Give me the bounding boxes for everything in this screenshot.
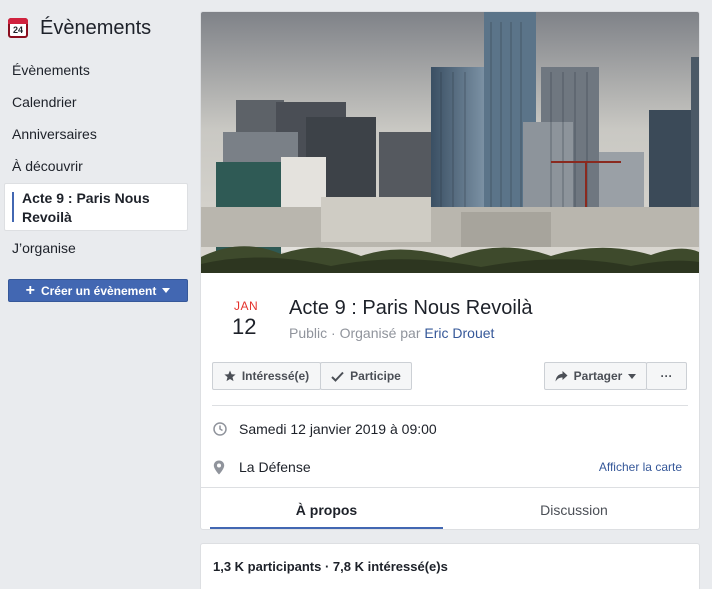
active-indicator: [12, 192, 14, 222]
event-datetime-row: Samedi 12 janvier 2019 à 09:00: [213, 421, 437, 437]
event-date-day: 12: [232, 314, 257, 339]
event-date-month: JAN: [234, 299, 259, 313]
divider: [212, 405, 688, 406]
divider: [201, 487, 699, 488]
event-cover-photo[interactable]: [201, 12, 699, 273]
sidebar-header[interactable]: 24 Évènements: [8, 14, 151, 42]
sidebar-item-calendar[interactable]: Calendrier: [12, 94, 77, 110]
sidebar-item-discover[interactable]: À découvrir: [12, 158, 83, 174]
participants-card: 1,3 K participants · 7,8 K intéressé(e)s: [200, 543, 700, 589]
more-options-button[interactable]: ···: [646, 362, 687, 390]
create-event-button[interactable]: + Créer un évènement: [8, 279, 188, 302]
event-location-row: La Défense: [213, 459, 311, 475]
sidebar-item-birthdays[interactable]: Anniversaires: [12, 126, 97, 142]
sidebar-item-hosting[interactable]: J’organise: [12, 240, 76, 256]
create-event-label: Créer un évènement: [40, 283, 157, 298]
event-location[interactable]: La Défense: [239, 459, 311, 475]
left-sidebar: 24 Évènements Évènements Calendrier Anni…: [0, 0, 196, 589]
event-title: Acte 9 : Paris Nous Revoilà: [289, 297, 533, 319]
tab-discussion[interactable]: Discussion: [449, 502, 699, 518]
going-button[interactable]: Participe: [320, 362, 412, 390]
check-icon: [331, 371, 344, 382]
show-map-link[interactable]: Afficher la carte: [599, 460, 682, 474]
active-tab-underline: [210, 527, 443, 529]
share-button[interactable]: Partager: [544, 362, 647, 390]
sidebar-item-events[interactable]: Évènements: [12, 62, 90, 78]
sidebar-item-current-event[interactable]: Acte 9 : Paris Nous Revoilà: [4, 183, 188, 231]
star-icon: [224, 370, 236, 382]
tab-about[interactable]: À propos: [210, 502, 443, 518]
chevron-down-icon: [162, 288, 171, 293]
event-datetime: Samedi 12 janvier 2019 à 09:00: [239, 421, 437, 437]
event-privacy: Public · Organisé par: [289, 325, 425, 341]
more-icon: ···: [660, 369, 673, 383]
going-label: Participe: [350, 369, 401, 383]
chevron-down-icon: [628, 373, 637, 379]
organizer-link[interactable]: Eric Drouet: [424, 325, 494, 341]
event-subtitle: Public · Organisé par Eric Drouet: [289, 325, 494, 341]
participants-stats[interactable]: 1,3 K participants · 7,8 K intéressé(e)s: [213, 559, 448, 574]
interested-label: Intéressé(e): [241, 369, 310, 383]
interested-button[interactable]: Intéressé(e): [212, 362, 321, 390]
sidebar-title: Évènements: [40, 16, 152, 39]
calendar-icon-day: 24: [12, 25, 23, 35]
share-label: Partager: [573, 369, 623, 383]
calendar-icon: 24: [8, 18, 28, 38]
share-arrow-icon: [555, 370, 568, 381]
plus-icon: +: [25, 281, 35, 299]
event-card: JAN 12 Acte 9 : Paris Nous Revoilà Publi…: [200, 11, 700, 530]
sidebar-item-current-event-label: Acte 9 : Paris Nous Revoilà: [22, 190, 150, 225]
location-pin-icon: [213, 460, 229, 475]
clock-icon: [213, 422, 229, 436]
